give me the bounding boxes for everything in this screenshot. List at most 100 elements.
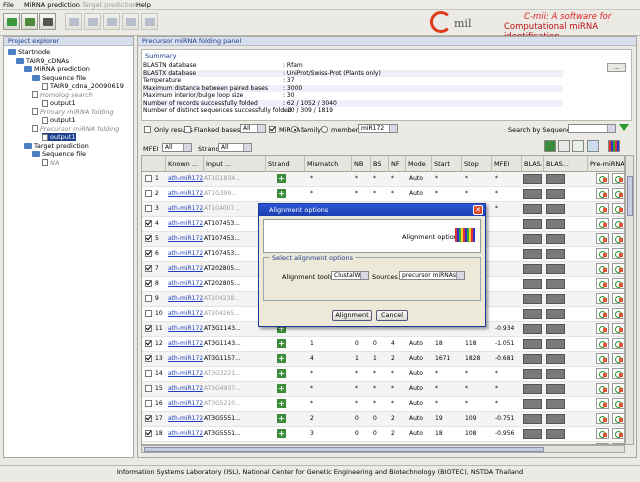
blast-result-icon[interactable]: [523, 354, 542, 364]
blast-result-icon[interactable]: [546, 204, 565, 214]
known-mirna-link[interactable]: ath-miR172: [168, 352, 204, 366]
row-checkbox[interactable]: [145, 250, 152, 257]
column-header[interactable]: Input ...: [204, 156, 266, 172]
column-header[interactable]: MFEI: [492, 156, 522, 172]
only-results-checkbox[interactable]: [144, 126, 151, 133]
tree-node[interactable]: output1: [42, 133, 76, 141]
search-sequence-input[interactable]: [568, 124, 616, 133]
blast-result-icon[interactable]: [523, 294, 542, 304]
blast-result-icon[interactable]: [546, 219, 565, 229]
table-row[interactable]: 1 ath-miR172 AT1G1834... + * * * * Auto * * *: [142, 172, 624, 187]
structure-icon[interactable]: [612, 428, 624, 439]
blast-result-icon[interactable]: [546, 369, 565, 379]
column-header[interactable]: Mismatch: [305, 156, 352, 172]
structure-icon[interactable]: [596, 398, 609, 409]
structure-icon[interactable]: [596, 428, 609, 439]
row-checkbox[interactable]: [145, 370, 152, 377]
column-header[interactable]: BLAS...: [544, 156, 588, 172]
structure-icon[interactable]: [612, 398, 624, 409]
rna-align-icon[interactable]: [572, 140, 584, 152]
tree-node[interactable]: output1: [42, 99, 76, 107]
table-row[interactable]: 2 ath-miR172 AT1G399... + * * * * Auto * * *: [142, 187, 624, 202]
known-mirna-link[interactable]: ath-miR172: [168, 187, 204, 201]
known-mirna-link[interactable]: ath-miR172: [168, 247, 204, 261]
mirna-checkbox[interactable]: [269, 126, 276, 133]
blast-result-icon[interactable]: [523, 234, 542, 244]
blast-result-icon[interactable]: [523, 369, 542, 379]
tree-node[interactable]: Startnode: [8, 48, 50, 56]
dialog-close-button[interactable]: ✕: [473, 205, 483, 215]
structure-icon[interactable]: [596, 308, 609, 319]
structure-icon[interactable]: [612, 263, 624, 274]
known-mirna-link[interactable]: ath-miR172: [168, 307, 204, 321]
menu-help[interactable]: Help: [136, 1, 151, 9]
structure-icon[interactable]: [596, 323, 609, 334]
blast-result-icon[interactable]: [523, 339, 542, 349]
structure-icon[interactable]: [596, 203, 609, 214]
menu-target-prediction[interactable]: Target prediction: [82, 1, 137, 9]
structure-icon[interactable]: [612, 188, 624, 199]
table-row[interactable]: 12 ath-miR172 AT3G1143... +1 0 0 4 Auto 18 118 -1.…: [142, 337, 624, 352]
new-project-button[interactable]: [3, 13, 20, 30]
structure-icon[interactable]: [596, 263, 609, 274]
structure-icon[interactable]: [596, 368, 609, 379]
known-mirna-link[interactable]: ath-miR172: [168, 292, 204, 306]
known-mirna-link[interactable]: ath-miR172: [168, 277, 204, 291]
tree-node[interactable]: NA: [42, 159, 59, 167]
column-header[interactable]: BS: [371, 156, 389, 172]
table-row[interactable]: 14 ath-miR172 AT3G3221... + * * * * Auto * * *: [142, 367, 624, 382]
structure-icon[interactable]: [612, 278, 624, 289]
strand-select[interactable]: All: [218, 143, 252, 152]
row-checkbox[interactable]: [145, 400, 152, 407]
horizontal-scroll-thumb[interactable]: [144, 447, 544, 452]
row-checkbox[interactable]: [145, 385, 152, 392]
mirna-select[interactable]: miR172: [358, 124, 398, 133]
known-mirna-link[interactable]: ath-miR172: [168, 202, 204, 216]
structure-icon[interactable]: [612, 233, 624, 244]
blast-result-icon[interactable]: [523, 219, 542, 229]
known-mirna-link[interactable]: ath-miR172: [168, 367, 204, 381]
blast-result-icon[interactable]: [546, 294, 565, 304]
blast-result-icon[interactable]: [546, 249, 565, 259]
known-mirna-link[interactable]: ath-miR172: [168, 262, 204, 276]
table-row[interactable]: 13 ath-miR172 AT3G1157... +4 1 1 2 Auto 1671 1828…: [142, 352, 624, 367]
vertical-scroll-thumb[interactable]: [627, 176, 633, 216]
flanked-bases-select[interactable]: All: [240, 124, 266, 133]
tree-node[interactable]: TAIR9_cdna_20090619: [42, 82, 124, 90]
mfei-select[interactable]: All: [162, 143, 192, 152]
tool-button-4[interactable]: [65, 13, 82, 30]
blast-result-icon[interactable]: [523, 264, 542, 274]
blast-result-icon[interactable]: [546, 324, 565, 334]
column-header[interactable]: Pre-miRNA: [588, 156, 624, 172]
row-checkbox[interactable]: [145, 415, 152, 422]
compare-icon[interactable]: [587, 140, 599, 152]
filter-icon[interactable]: [619, 124, 629, 131]
blast-result-icon[interactable]: [546, 339, 565, 349]
family-radio[interactable]: [291, 126, 298, 133]
column-header[interactable]: Mode: [406, 156, 432, 172]
blast-result-icon[interactable]: [546, 264, 565, 274]
structure-icon[interactable]: [596, 353, 609, 364]
structure-icon[interactable]: [596, 233, 609, 244]
blast-result-icon[interactable]: [546, 234, 565, 244]
structure-icon[interactable]: [612, 293, 624, 304]
blast-result-icon[interactable]: [546, 174, 565, 184]
blast-result-icon[interactable]: [523, 429, 542, 439]
blast-result-icon[interactable]: [523, 324, 542, 334]
structure-icon[interactable]: [612, 248, 624, 259]
column-header[interactable]: Strand: [266, 156, 305, 172]
row-checkbox[interactable]: [145, 175, 152, 182]
structure-icon[interactable]: [596, 278, 609, 289]
blast-result-icon[interactable]: [546, 354, 565, 364]
row-checkbox[interactable]: [145, 430, 152, 437]
blast-result-icon[interactable]: [523, 189, 542, 199]
blast-result-icon[interactable]: [523, 399, 542, 409]
tool-button-8[interactable]: [141, 13, 158, 30]
blast-result-icon[interactable]: [523, 279, 542, 289]
row-checkbox[interactable]: [145, 310, 152, 317]
tree-node[interactable]: TAIR9_cDNAs: [16, 57, 69, 65]
row-checkbox[interactable]: [145, 295, 152, 302]
structure-icon[interactable]: [612, 323, 624, 334]
summary-more-button[interactable]: ...: [607, 63, 626, 72]
structure-icon[interactable]: [596, 383, 609, 394]
